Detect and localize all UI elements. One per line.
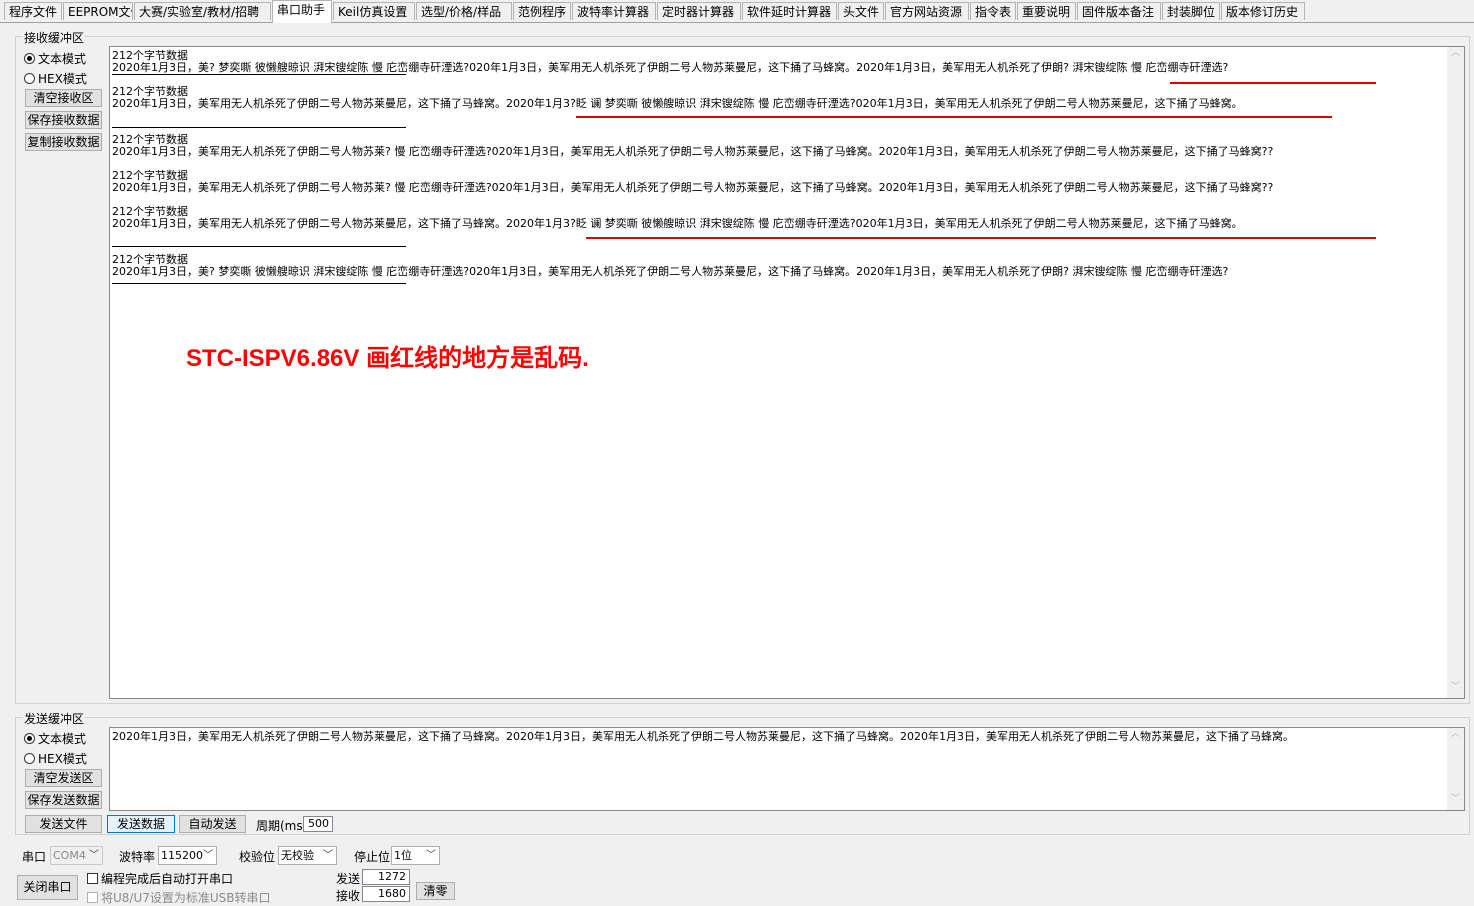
tab-package[interactable]: 封装脚位 bbox=[1162, 2, 1220, 20]
send-textarea[interactable]: 2020年1月3日，美军用无人机杀死了伊朗二号人物苏莱曼尼，这下捅了马蜂窝。20… bbox=[109, 727, 1465, 811]
chevron-down-icon: ﹀ bbox=[89, 850, 99, 861]
send-data-button[interactable]: 发送数据 bbox=[107, 815, 175, 833]
tab-serial-assistant[interactable]: 串口助手 bbox=[272, 0, 332, 23]
radio-unchecked-icon bbox=[24, 753, 35, 764]
tab-timer-calc[interactable]: 定时器计算器 bbox=[657, 2, 741, 20]
recv-count-label: 接收 bbox=[336, 889, 361, 903]
garbled-underline bbox=[576, 116, 1332, 118]
tab-firmware[interactable]: 固件版本备注 bbox=[1077, 2, 1161, 20]
entry-divider bbox=[112, 246, 406, 247]
tab-examples[interactable]: 范例程序 bbox=[513, 2, 571, 20]
auto-send-button[interactable]: 自动发送 bbox=[179, 815, 246, 833]
tab-baud-calc[interactable]: 波特率计算器 bbox=[572, 2, 656, 20]
send-scrollbar[interactable]: ︿ ﹀ bbox=[1447, 728, 1464, 810]
parity-label: 校验位 bbox=[239, 850, 276, 864]
period-label: 周期(ms) bbox=[256, 819, 308, 833]
sent-count-label: 发送 bbox=[336, 872, 361, 886]
checkbox-unchecked-icon bbox=[87, 892, 98, 903]
receive-entry: 212个字节数据 2020年1月3日，美? 梦奕嘶 彼懒艘晾识 湃宋锼绽陈 慢 … bbox=[112, 253, 1229, 278]
usb-serial-checkbox[interactable]: 将U8/U7设置为标准USB转串口 bbox=[87, 889, 271, 906]
send-text-mode-radio[interactable]: 文本模式 bbox=[24, 730, 86, 747]
stopbits-select[interactable]: 1位 ﹀ bbox=[391, 846, 440, 865]
receive-entry: 212个字节数据 2020年1月3日，美军用无人机杀死了伊朗二号人物苏莱? 慢 … bbox=[112, 133, 1274, 158]
tab-important[interactable]: 重要说明 bbox=[1017, 2, 1076, 20]
radio-checked-icon bbox=[24, 733, 35, 744]
tab-history[interactable]: 版本修订历史 bbox=[1221, 2, 1305, 20]
scroll-up-icon[interactable]: ︿ bbox=[1451, 49, 1460, 58]
scroll-up-icon[interactable]: ︿ bbox=[1451, 730, 1460, 739]
entry-divider bbox=[112, 127, 406, 128]
close-port-button[interactable]: 关闭串口 bbox=[17, 875, 78, 900]
clear-counts-button[interactable]: 清零 bbox=[416, 882, 455, 900]
tab-website[interactable]: 官方网站资源 bbox=[885, 2, 969, 20]
save-receive-button[interactable]: 保存接收数据 bbox=[25, 111, 102, 129]
scroll-down-icon[interactable]: ﹀ bbox=[1451, 795, 1460, 804]
auto-open-checkbox[interactable]: 编程完成后自动打开串口 bbox=[87, 870, 233, 887]
tab-contest[interactable]: 大赛/实验室/教材/招聘 bbox=[134, 2, 271, 20]
tab-eeprom-file[interactable]: EEPROM文件 bbox=[63, 2, 133, 20]
send-hex-mode-radio[interactable]: HEX模式 bbox=[24, 750, 87, 767]
sent-count-field: 1272 bbox=[362, 869, 410, 885]
send-content: 2020年1月3日，美军用无人机杀死了伊朗二号人物苏莱曼尼，这下捅了马蜂窝。20… bbox=[112, 730, 1294, 743]
port-label: 串口 bbox=[22, 850, 47, 864]
garbled-underline bbox=[586, 237, 1376, 239]
send-buffer-title: 发送缓冲区 bbox=[23, 710, 86, 727]
entry-divider bbox=[112, 74, 406, 75]
clear-send-button[interactable]: 清空发送区 bbox=[25, 769, 102, 787]
send-file-button[interactable]: 发送文件 bbox=[25, 815, 102, 833]
receive-hex-mode-radio[interactable]: HEX模式 bbox=[24, 70, 87, 87]
receive-entry: 212个字节数据 2020年1月3日，美军用无人机杀死了伊朗二号人物苏莱曼尼，这… bbox=[112, 85, 1243, 110]
save-send-button[interactable]: 保存发送数据 bbox=[25, 791, 102, 809]
baud-label: 波特率 bbox=[119, 850, 156, 864]
chevron-down-icon: ﹀ bbox=[203, 850, 213, 861]
scroll-down-icon[interactable]: ﹀ bbox=[1451, 683, 1460, 692]
receive-entry: 212个字节数据 2020年1月3日，美? 梦奕嘶 彼懒艘晾识 湃宋锼绽陈 慢 … bbox=[112, 49, 1229, 74]
baud-select[interactable]: 115200 ﹀ bbox=[158, 846, 217, 865]
port-select[interactable]: COM4 ﹀ bbox=[50, 846, 103, 865]
copy-receive-button[interactable]: 复制接收数据 bbox=[25, 133, 102, 151]
entry-divider bbox=[112, 283, 406, 284]
stopbits-label: 停止位 bbox=[354, 850, 391, 864]
annotation-text: STC-ISPV6.86V 画红线的地方是乱码. bbox=[186, 345, 589, 372]
receive-buffer-title: 接收缓冲区 bbox=[23, 29, 86, 46]
checkbox-unchecked-icon bbox=[87, 873, 98, 884]
tab-instructions[interactable]: 指令表 bbox=[970, 2, 1016, 20]
tab-program-file[interactable]: 程序文件 bbox=[4, 2, 62, 20]
chevron-down-icon: ﹀ bbox=[323, 850, 333, 861]
radio-checked-icon bbox=[24, 53, 35, 64]
tab-bar: 程序文件 EEPROM文件 大赛/实验室/教材/招聘 串口助手 Keil仿真设置… bbox=[0, 0, 1474, 23]
receive-entry: 212个字节数据 2020年1月3日，美军用无人机杀死了伊朗二号人物苏莱? 慢 … bbox=[112, 169, 1274, 194]
receive-text-mode-radio[interactable]: 文本模式 bbox=[24, 50, 86, 67]
garbled-underline bbox=[1170, 82, 1376, 84]
parity-select[interactable]: 无校验 ﹀ bbox=[278, 846, 337, 865]
tab-keil-sim[interactable]: Keil仿真设置 bbox=[333, 2, 415, 20]
chevron-down-icon: ﹀ bbox=[426, 850, 436, 861]
receive-entry: 212个字节数据 2020年1月3日，美军用无人机杀死了伊朗二号人物苏莱曼尼，这… bbox=[112, 205, 1243, 230]
tab-selection[interactable]: 选型/价格/样品 bbox=[416, 2, 512, 20]
receive-scrollbar[interactable]: ︿ ﹀ bbox=[1447, 47, 1464, 698]
tab-delay-calc[interactable]: 软件延时计算器 bbox=[742, 2, 837, 20]
tab-header-file[interactable]: 头文件 bbox=[838, 2, 884, 20]
radio-unchecked-icon bbox=[24, 73, 35, 84]
clear-receive-button[interactable]: 清空接收区 bbox=[25, 89, 102, 107]
period-input[interactable]: 500 bbox=[303, 816, 333, 832]
